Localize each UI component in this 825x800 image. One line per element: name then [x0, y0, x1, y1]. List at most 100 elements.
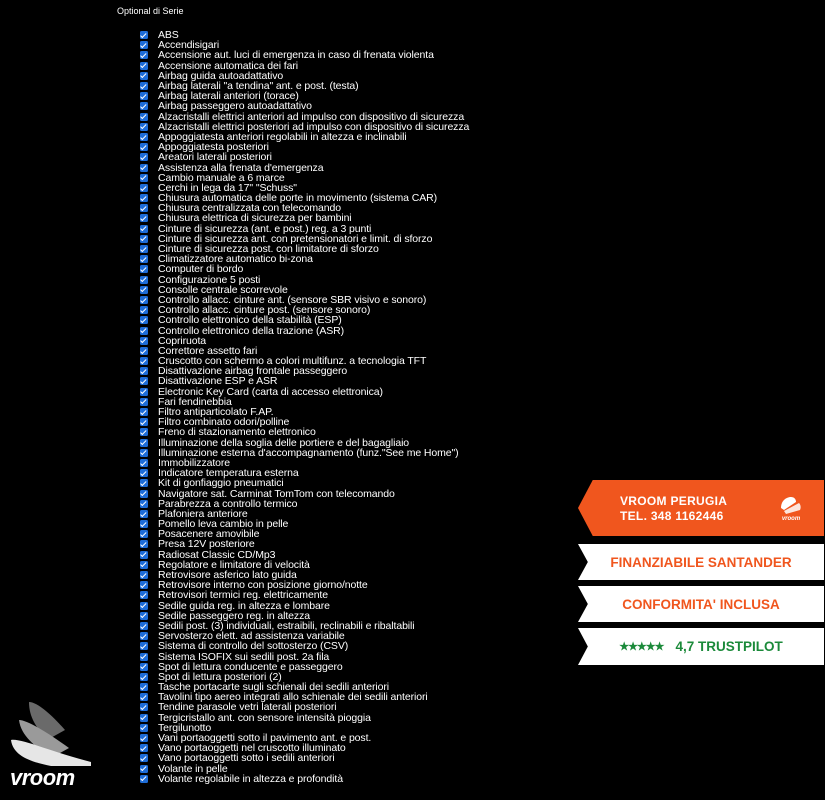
checkbox-checked-icon[interactable] — [140, 51, 148, 60]
checkbox-checked-icon[interactable] — [140, 774, 148, 783]
checkbox-checked-icon[interactable] — [140, 489, 148, 498]
compliance-badge[interactable]: CONFORMITA' INCLUSA — [578, 586, 824, 622]
checkbox-checked-icon[interactable] — [140, 285, 148, 294]
option-label: Computer di bordo — [158, 263, 244, 276]
checkbox-checked-icon[interactable] — [140, 173, 148, 182]
checkbox-checked-icon[interactable] — [140, 499, 148, 508]
checkbox-checked-icon[interactable] — [140, 642, 148, 651]
checkbox-checked-icon[interactable] — [140, 204, 148, 213]
dealer-banner[interactable]: VROOM PERUGIA TEL. 348 1162446 vroom — [578, 480, 824, 536]
checkbox-checked-icon[interactable] — [140, 153, 148, 162]
checkbox-checked-icon[interactable] — [140, 540, 148, 549]
checkbox-checked-icon[interactable] — [140, 71, 148, 80]
checkbox-checked-icon[interactable] — [140, 377, 148, 386]
optional-features-list: ABS Accendisigari Accensione aut. luci di … — [140, 30, 469, 784]
checkbox-checked-icon[interactable] — [140, 581, 148, 590]
checkbox-checked-icon[interactable] — [140, 132, 148, 141]
checkbox-checked-icon[interactable] — [140, 122, 148, 131]
checkbox-checked-icon[interactable] — [140, 31, 148, 40]
checkbox-checked-icon[interactable] — [140, 652, 148, 661]
checkbox-checked-icon[interactable] — [140, 744, 148, 753]
checkbox-checked-icon[interactable] — [140, 571, 148, 580]
option-item: Computer di bordo — [140, 263, 469, 276]
checkbox-checked-icon[interactable] — [140, 112, 148, 121]
checkbox-checked-icon[interactable] — [140, 224, 148, 233]
option-label: Accensione aut. luci di emergenza in cas… — [158, 49, 434, 62]
checkbox-checked-icon[interactable] — [140, 601, 148, 610]
checkbox-checked-icon[interactable] — [140, 723, 148, 732]
checkbox-checked-icon[interactable] — [140, 458, 148, 467]
trustpilot-badge[interactable]: ★★★★★ 4,7 TRUSTPILOT — [578, 628, 824, 665]
checkbox-checked-icon[interactable] — [140, 703, 148, 712]
option-item: Vano portaoggetti sotto i sedili anterio… — [140, 752, 469, 765]
checkbox-checked-icon[interactable] — [140, 306, 148, 315]
checkbox-checked-icon[interactable] — [140, 265, 148, 274]
checkbox-checked-icon[interactable] — [140, 509, 148, 518]
section-title: Optional di Serie — [117, 6, 184, 16]
checkbox-checked-icon[interactable] — [140, 102, 148, 111]
checkbox-checked-icon[interactable] — [140, 326, 148, 335]
checkbox-checked-icon[interactable] — [140, 438, 148, 447]
checkbox-checked-icon[interactable] — [140, 713, 148, 722]
svg-text:vroom: vroom — [782, 516, 801, 522]
checkbox-checked-icon[interactable] — [140, 183, 148, 192]
checkbox-checked-icon[interactable] — [140, 92, 148, 101]
checkbox-checked-icon[interactable] — [140, 194, 148, 203]
checkbox-checked-icon[interactable] — [140, 683, 148, 692]
rating-stars-icon: ★★★★★ — [619, 641, 664, 653]
dealer-phone: TEL. 348 1162446 — [620, 509, 724, 523]
checkbox-checked-icon[interactable] — [140, 357, 148, 366]
checkbox-checked-icon[interactable] — [140, 82, 148, 91]
checkbox-checked-icon[interactable] — [140, 367, 148, 376]
option-label: Kit di gonfiaggio pneumatici — [158, 477, 284, 490]
option-label: Volante regolabile in altezza e profondi… — [158, 772, 343, 785]
checkbox-checked-icon[interactable] — [140, 428, 148, 437]
option-label: Areatori laterali posteriori — [158, 151, 272, 164]
checkbox-checked-icon[interactable] — [140, 336, 148, 345]
checkbox-checked-icon[interactable] — [140, 469, 148, 478]
checkbox-checked-icon[interactable] — [140, 316, 148, 325]
checkbox-checked-icon[interactable] — [140, 734, 148, 743]
option-label: Freno di stazionamento elettronico — [158, 426, 316, 439]
checkbox-checked-icon[interactable] — [140, 632, 148, 641]
checkbox-checked-icon[interactable] — [140, 163, 148, 172]
checkbox-checked-icon[interactable] — [140, 255, 148, 264]
vroom-logo-icon: vroom — [781, 497, 801, 522]
checkbox-checked-icon[interactable] — [140, 408, 148, 417]
checkbox-checked-icon[interactable] — [140, 448, 148, 457]
checkbox-checked-icon[interactable] — [140, 479, 148, 488]
option-item: Areatori laterali posteriori — [140, 151, 469, 164]
option-item: Controllo elettronico della stabilità (E… — [140, 314, 469, 327]
checkbox-checked-icon[interactable] — [140, 295, 148, 304]
option-label: Airbag passeggero autoadattativo — [158, 100, 312, 113]
checkbox-checked-icon[interactable] — [140, 397, 148, 406]
checkbox-checked-icon[interactable] — [140, 764, 148, 773]
checkbox-checked-icon[interactable] — [140, 693, 148, 702]
option-label: Sistema di controllo del sottosterzo (CS… — [158, 640, 349, 653]
checkbox-checked-icon[interactable] — [140, 346, 148, 355]
checkbox-checked-icon[interactable] — [140, 234, 148, 243]
checkbox-checked-icon[interactable] — [140, 387, 148, 396]
checkbox-checked-icon[interactable] — [140, 61, 148, 70]
checkbox-checked-icon[interactable] — [140, 672, 148, 681]
checkbox-checked-icon[interactable] — [140, 560, 148, 569]
checkbox-checked-icon[interactable] — [140, 550, 148, 559]
checkbox-checked-icon[interactable] — [140, 530, 148, 539]
option-item: Volante regolabile in altezza e profondi… — [140, 774, 469, 784]
checkbox-checked-icon[interactable] — [140, 591, 148, 600]
checkbox-checked-icon[interactable] — [140, 143, 148, 152]
checkbox-checked-icon[interactable] — [140, 41, 148, 50]
checkbox-checked-icon[interactable] — [140, 245, 148, 254]
option-label: Vano portaoggetti sotto i sedili anterio… — [158, 752, 335, 765]
checkbox-checked-icon[interactable] — [140, 214, 148, 223]
checkbox-checked-icon[interactable] — [140, 520, 148, 529]
checkbox-checked-icon[interactable] — [140, 621, 148, 630]
finance-badge[interactable]: FINANZIABILE SANTANDER — [578, 544, 824, 580]
checkbox-checked-icon[interactable] — [140, 611, 148, 620]
checkbox-checked-icon[interactable] — [140, 754, 148, 763]
checkbox-checked-icon[interactable] — [140, 418, 148, 427]
checkbox-checked-icon[interactable] — [140, 275, 148, 284]
option-item: Sistema di controllo del sottosterzo (CS… — [140, 640, 469, 653]
checkbox-checked-icon[interactable] — [140, 662, 148, 671]
option-label: Controllo elettronico della stabilità (E… — [158, 314, 342, 327]
